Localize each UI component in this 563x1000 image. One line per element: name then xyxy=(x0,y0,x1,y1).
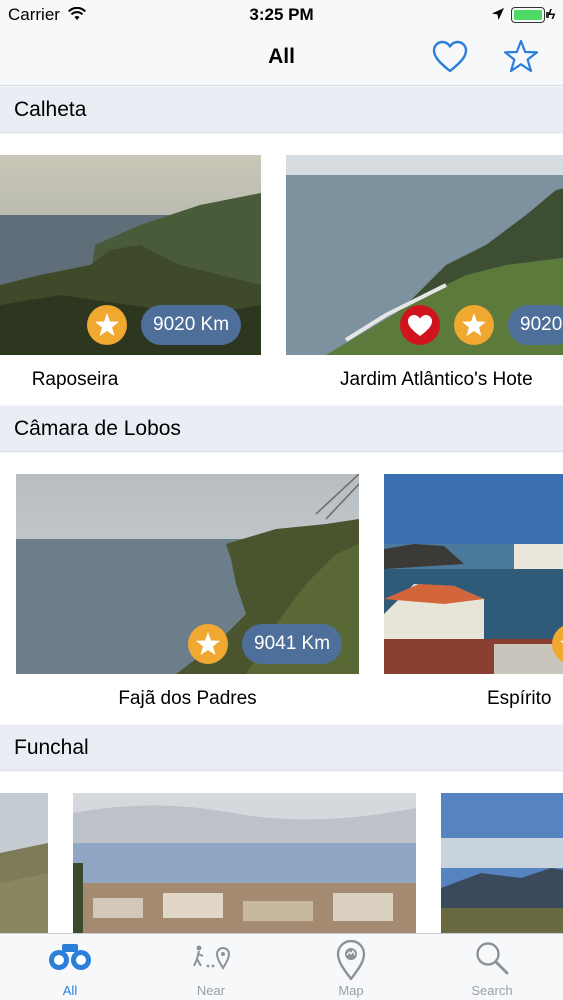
tab-bar: All Near Map Search xyxy=(0,933,563,1000)
star-badge-icon[interactable] xyxy=(552,624,563,664)
tab-all[interactable]: All xyxy=(0,934,140,1000)
search-icon xyxy=(476,942,509,975)
star-badge-icon[interactable] xyxy=(454,305,494,345)
heart-outline-icon[interactable] xyxy=(432,40,468,74)
place-name: Jardim Atlântico's Hote xyxy=(340,369,533,390)
place-photo xyxy=(441,793,563,933)
distance-badge: 9020 xyxy=(508,305,563,345)
charging-bolt-icon: ϟ xyxy=(548,6,556,22)
place-name: Fajã dos Padres xyxy=(118,688,257,709)
distance-badge: 9020 Km xyxy=(141,305,242,345)
map-pin-icon xyxy=(336,940,366,980)
place-card[interactable]: 9041 Km Fajã dos Padres xyxy=(16,474,359,724)
place-card[interactable]: 9020 Km Raposeira xyxy=(0,155,261,405)
battery-icon xyxy=(511,7,549,23)
star-badge-icon[interactable] xyxy=(188,624,228,664)
walk-to-pin-icon xyxy=(193,945,231,970)
navigation-bar: All xyxy=(0,30,563,86)
section-title: Funchal xyxy=(14,736,89,759)
section-row-calheta[interactable]: 9020 Km Raposeira 9020 Jardim Atlântico'… xyxy=(0,134,563,405)
tab-label: Map xyxy=(338,983,364,998)
tab-label: Search xyxy=(471,983,513,998)
status-bar: Carrier 3:25 PM ϟ xyxy=(0,0,563,30)
place-photo xyxy=(73,793,416,933)
place-card[interactable] xyxy=(0,793,48,933)
place-card[interactable] xyxy=(73,793,416,933)
section-title: Câmara de Lobos xyxy=(14,417,181,440)
tab-label: Near xyxy=(196,983,226,998)
star-outline-icon[interactable] xyxy=(503,39,539,75)
place-photo xyxy=(384,474,563,674)
binoculars-icon xyxy=(49,944,91,970)
place-name: Raposeira xyxy=(31,369,119,390)
section-title: Calheta xyxy=(14,98,87,121)
tab-label: All xyxy=(62,983,78,998)
page-title: All xyxy=(268,45,295,68)
tab-map[interactable]: Map xyxy=(281,934,421,1000)
tab-search[interactable]: Search xyxy=(422,934,562,1000)
place-card[interactable]: Espírito xyxy=(384,474,563,724)
location-arrow-icon xyxy=(492,8,504,20)
heart-badge-icon[interactable] xyxy=(400,305,440,345)
clock: 3:25 PM xyxy=(249,5,314,24)
section-header-funchal: Funchal xyxy=(0,725,563,771)
section-row-camara-de-lobos[interactable]: 9041 Km Fajã dos Padres Espírito xyxy=(0,453,563,724)
distance-badge: 9041 Km xyxy=(242,624,343,664)
place-card[interactable]: 9020 Jardim Atlântico's Hote xyxy=(286,155,563,405)
place-card[interactable] xyxy=(441,793,563,933)
tab-near[interactable]: Near xyxy=(141,934,281,1000)
place-name: Espírito xyxy=(487,688,552,709)
section-header-calheta: Calheta xyxy=(0,87,563,133)
star-badge-icon[interactable] xyxy=(87,305,127,345)
section-header-camara-de-lobos: Câmara de Lobos xyxy=(0,406,563,452)
section-row-funchal[interactable] xyxy=(0,772,563,933)
place-photo xyxy=(0,793,48,933)
